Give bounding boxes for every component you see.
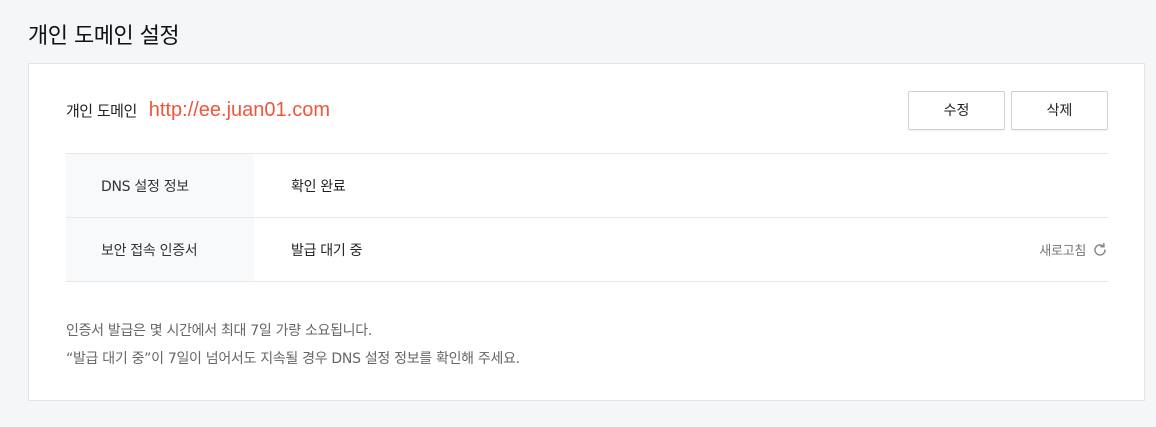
table-row: 보안 접속 인증서 발급 대기 중 새로고침 [66,218,1108,282]
note-line: “발급 대기 중”이 7일이 넘어서도 지속될 경우 DNS 설정 정보를 확인… [66,351,520,367]
page-title: 개인 도메인 설정 [28,24,180,49]
certificate-notes: 인증서 발급은 몇 시간에서 최대 7일 가량 소요됩니다. “발급 대기 중”… [66,317,520,373]
domain-info-table: DNS 설정 정보 확인 완료 보안 접속 인증서 발급 대기 중 새로고침 [66,153,1108,282]
refresh-button[interactable]: 새로고침 [1039,240,1108,259]
domain-settings-panel: 개인 도메인 http://ee.juan01.com 수정 삭제 DNS 설정… [28,63,1145,401]
domain-actions: 수정 삭제 [908,90,1108,130]
ssl-certificate-value: 발급 대기 중 새로고침 [254,218,1108,281]
note-line: 인증서 발급은 몇 시간에서 최대 7일 가량 소요됩니다. [66,323,372,339]
domain-url: http://ee.juan01.com [148,98,331,121]
refresh-label: 새로고침 [1039,244,1086,259]
edit-button[interactable]: 수정 [908,90,1005,130]
refresh-icon [1092,242,1108,258]
delete-button[interactable]: 삭제 [1011,90,1108,130]
ssl-certificate-status: 발급 대기 중 [291,242,363,259]
domain-row: 개인 도메인 http://ee.juan01.com 수정 삭제 [66,90,1108,130]
dns-settings-value: 확인 완료 [291,178,346,195]
dns-settings-key: DNS 설정 정보 [66,154,254,217]
domain-label: 개인 도메인 [66,101,137,120]
ssl-certificate-key: 보안 접속 인증서 [66,218,254,281]
table-row: DNS 설정 정보 확인 완료 [66,154,1108,218]
